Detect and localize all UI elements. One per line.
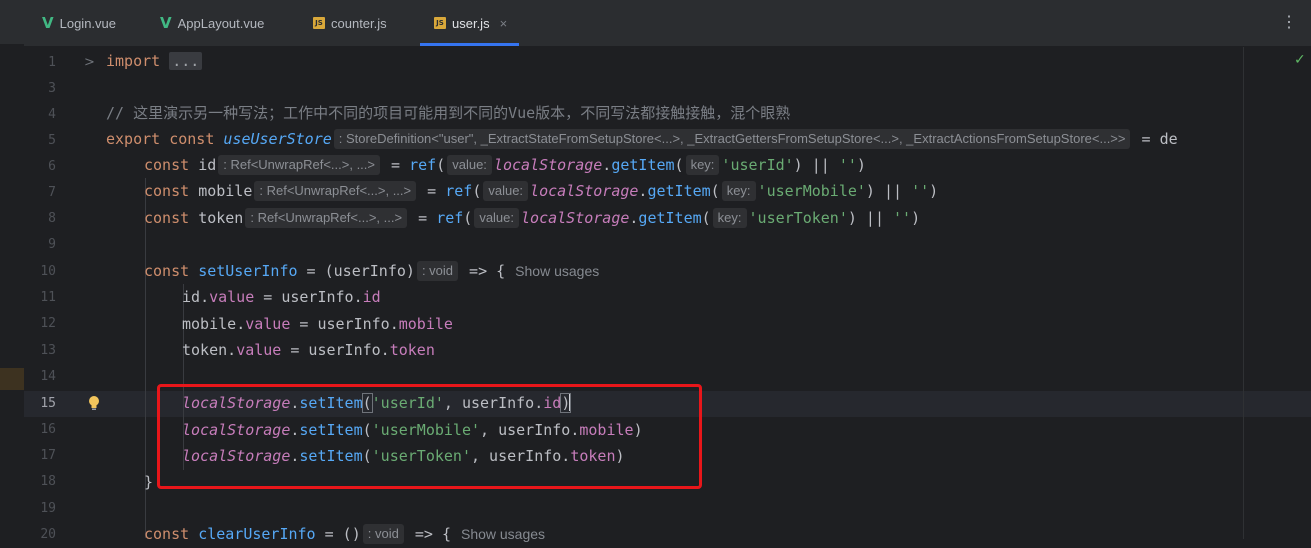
- code-line[interactable]: const clearUserInfo = (): void => {Show …: [144, 521, 545, 547]
- line-number-current: 15: [40, 396, 56, 411]
- line-number: 10: [40, 264, 56, 279]
- code-line[interactable]: }: [144, 469, 153, 495]
- close-icon[interactable]: ×: [500, 16, 508, 31]
- line-number: 16: [40, 422, 56, 437]
- vue-icon: V: [160, 14, 172, 32]
- line-number: 14: [40, 369, 56, 384]
- active-tab-indicator: [420, 43, 520, 46]
- tab-label: AppLayout.vue: [177, 15, 265, 31]
- return-type-hint: : void: [362, 524, 404, 544]
- collapsed-imports[interactable]: ...: [169, 52, 203, 70]
- param-hint: key:: [685, 155, 720, 175]
- line-number: 18: [40, 474, 56, 489]
- js-icon: JS: [434, 17, 446, 29]
- type-hint: : Ref<UnwrapRef<...>, ...>: [254, 181, 417, 201]
- annotation-highlight-box: [157, 384, 702, 489]
- line-number: 7: [48, 185, 56, 200]
- line-number: 6: [48, 159, 56, 174]
- line-number: 19: [40, 501, 56, 516]
- line-number: 20: [40, 527, 56, 542]
- line-number: 17: [40, 448, 56, 463]
- tab-login-vue[interactable]: V Login.vue: [42, 0, 116, 46]
- tab-applayout-vue[interactable]: V AppLayout.vue: [160, 0, 264, 46]
- code-line[interactable]: id.value = userInfo.id: [182, 284, 381, 310]
- code-line[interactable]: mobile.value = userInfo.mobile: [182, 311, 453, 337]
- line-number: 4: [48, 107, 56, 122]
- tool-strip-top: [0, 0, 24, 44]
- right-margin-guide: [1243, 47, 1244, 539]
- line-number: 12: [40, 316, 56, 331]
- code-line[interactable]: const setUserInfo = (userInfo): void => …: [144, 258, 599, 284]
- lightbulb-icon[interactable]: [88, 395, 100, 416]
- code-comment: // 这里演示另一种写法；工作中不同的项目可能用到不同的Vue版本，不同写法都接…: [106, 104, 791, 122]
- param-hint: value:: [474, 208, 520, 228]
- code-line[interactable]: const mobile: Ref<UnwrapRef<...>, ...> =…: [144, 178, 938, 204]
- param-hint: key:: [721, 181, 756, 201]
- fold-expand-icon[interactable]: >: [84, 50, 95, 76]
- tab-label: user.js: [452, 15, 490, 31]
- tool-strip-marker: [0, 368, 24, 390]
- left-tool-strip: [0, 0, 24, 539]
- return-type-hint: : void: [416, 261, 459, 281]
- line-number: 8: [48, 211, 56, 226]
- vue-icon: V: [42, 14, 54, 32]
- param-hint: value:: [483, 181, 529, 201]
- show-usages-link[interactable]: Show usages: [461, 526, 545, 542]
- more-options-icon[interactable]: ⋮: [1281, 12, 1297, 32]
- line-number: 13: [40, 343, 56, 358]
- js-icon: JS: [313, 17, 325, 29]
- code-line[interactable]: token.value = userInfo.token: [182, 337, 435, 363]
- code-line[interactable]: const token: Ref<UnwrapRef<...>, ...> = …: [144, 205, 920, 231]
- line-number: 5: [48, 133, 56, 148]
- line-number: 1: [48, 55, 56, 70]
- tab-label: counter.js: [331, 15, 387, 31]
- line-number: 3: [48, 81, 56, 96]
- tab-user-js[interactable]: JS user.js ×: [420, 0, 520, 46]
- line-number: 11: [40, 290, 56, 305]
- code-line[interactable]: // 这里演示另一种写法；工作中不同的项目可能用到不同的Vue版本，不同写法都接…: [106, 100, 790, 126]
- type-hint: : Ref<UnwrapRef<...>, ...>: [218, 155, 380, 175]
- code-line[interactable]: export const useUserStore: StoreDefiniti…: [106, 126, 1178, 152]
- param-hint: value:: [447, 155, 492, 175]
- type-hint: : StoreDefinition<"user", _ExtractStateF…: [333, 129, 1131, 149]
- type-hint: : Ref<UnwrapRef<...>, ...>: [245, 208, 408, 228]
- tab-counter-js[interactable]: JS counter.js: [313, 0, 387, 46]
- tab-label: Login.vue: [59, 15, 116, 31]
- line-number: 9: [48, 237, 56, 252]
- code-line[interactable]: import ...: [106, 48, 203, 74]
- inspection-ok-icon[interactable]: ✓: [1294, 52, 1306, 68]
- show-usages-link[interactable]: Show usages: [515, 263, 599, 279]
- param-hint: key:: [712, 208, 747, 228]
- editor-tab-bar: V Login.vue V AppLayout.vue JS counter.j…: [24, 0, 1311, 47]
- code-line[interactable]: const id: Ref<UnwrapRef<...>, ...> = ref…: [144, 152, 866, 178]
